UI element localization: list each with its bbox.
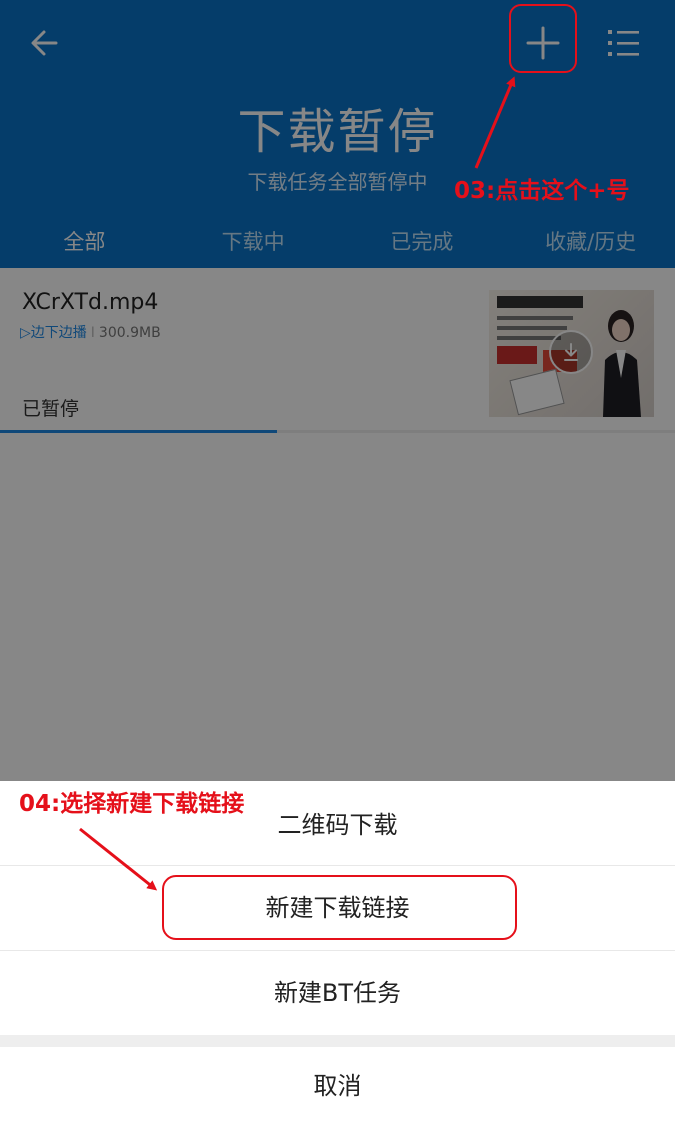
annotation-step-4: 04:选择新建下载链接: [19, 791, 245, 817]
annotation-step-3: 03:点击这个+号: [454, 178, 630, 204]
annotation-arrows: [79, 76, 516, 891]
